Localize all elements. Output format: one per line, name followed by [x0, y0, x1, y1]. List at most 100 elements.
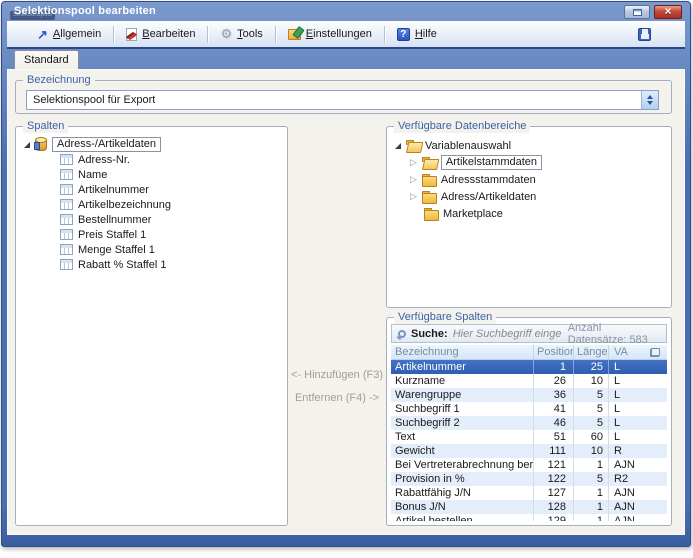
cell-position: 26 — [534, 374, 574, 388]
expanded-triangle-icon[interactable] — [24, 142, 30, 148]
table-row[interactable]: Gewicht 111 10 R — [391, 444, 667, 458]
group-verfuegbare-spalten-label: Verfügbare Spalten — [394, 311, 496, 324]
tree-item-column[interactable]: Bestellnummer — [24, 212, 283, 227]
table-column-icon — [60, 184, 73, 195]
cell-bezeichnung: Text — [391, 430, 534, 444]
cell-position: 46 — [534, 416, 574, 430]
menu-einstellungen[interactable]: Einstellungen — [280, 25, 380, 43]
cell-laenge: 5 — [574, 388, 609, 402]
columns-table: Bezeichnung Position Länge VA — [391, 345, 667, 521]
tree-root-adress-artikeldaten[interactable]: Adress-/Artikeldaten — [24, 137, 283, 152]
column-header-bezeichnung[interactable]: Bezeichnung — [391, 345, 534, 359]
group-datenbereiche-label: Verfügbare Datenbereiche — [394, 120, 530, 133]
cell-bezeichnung: Gewicht — [391, 444, 534, 458]
cell-va: L — [609, 402, 643, 416]
arrow-ne-icon: ↗ — [37, 29, 48, 40]
table-column-icon — [60, 169, 73, 180]
menu-tools-label: Tools — [237, 28, 263, 40]
cell-bezeichnung: Bei Vertreterabrechnung berücksichtige — [391, 458, 534, 472]
cell-va: L — [609, 430, 643, 444]
spin-down-icon — [647, 101, 653, 105]
search-icon — [398, 330, 406, 338]
collapsed-triangle-icon[interactable]: ▷ — [410, 158, 417, 167]
record-count: Anzahl Datensätze: 583 — [568, 322, 660, 346]
tree-item-artikelstammdaten[interactable]: ▷ Artikelstammdaten — [395, 154, 667, 171]
table-body: Artikelnummer 1 25 L Kurzname 26 — [391, 360, 667, 521]
table-row[interactable]: Artikel bestellen 129 1 AJN — [391, 514, 667, 521]
search-input[interactable] — [453, 328, 563, 340]
tree-item-column[interactable]: Rabatt % Staffel 1 — [24, 257, 283, 272]
tab-standard[interactable]: Standard — [14, 50, 79, 69]
table-row[interactable]: Bei Vertreterabrechnung berücksichtige 1… — [391, 458, 667, 472]
tree-item-column[interactable]: Artikelbezeichnung — [24, 197, 283, 212]
column-header-laenge[interactable]: Länge — [574, 345, 609, 359]
table-row[interactable]: Kurzname 26 10 L — [391, 374, 667, 388]
menu-hilfe[interactable]: ? Hilfe — [389, 25, 445, 44]
menu-tools[interactable]: ⚙ Tools — [212, 25, 270, 43]
tree-item-column[interactable]: Menge Staffel 1 — [24, 242, 283, 257]
cell-spacer — [643, 402, 667, 416]
table-row[interactable]: Bonus J/N 128 1 AJN — [391, 500, 667, 514]
search-bar: Suche: Anzahl Datensätze: 583 — [391, 324, 667, 343]
cell-laenge: 1 — [574, 500, 609, 514]
table-row[interactable]: Suchbegriff 1 41 5 L — [391, 402, 667, 416]
folder-icon — [422, 174, 436, 186]
cell-spacer — [643, 514, 667, 521]
remove-button[interactable]: Entfernen (F4) -> — [288, 392, 386, 404]
tree-item-column[interactable]: Adress-Nr. — [24, 152, 283, 167]
close-button[interactable] — [654, 5, 682, 19]
tree-item-label: Adress-Nr. — [78, 154, 130, 166]
table-row[interactable]: Artikelnummer 1 25 L — [391, 360, 667, 374]
tree-item-marketplace[interactable]: Marketplace — [395, 205, 667, 222]
window-title: Selektionspool bearbeiten — [14, 5, 156, 17]
table-row[interactable]: Text 51 60 L — [391, 430, 667, 444]
table-row[interactable]: Rabattfähig J/N 127 1 AJN — [391, 486, 667, 500]
cell-bezeichnung: Provision in % — [391, 472, 534, 486]
tree-item-adress-artikeldaten[interactable]: ▷ Adress/Artikeldaten — [395, 188, 667, 205]
group-bezeichnung: Bezeichnung Selektionspool für Export — [15, 80, 672, 114]
cell-bezeichnung: Suchbegriff 1 — [391, 402, 534, 416]
cell-va: L — [609, 374, 643, 388]
tree-item-column[interactable]: Artikelnummer — [24, 182, 283, 197]
database-icon — [35, 138, 47, 151]
cell-bezeichnung: Rabattfähig J/N — [391, 486, 534, 500]
menu-allgemein[interactable]: ↗ Allgemein — [29, 25, 109, 43]
restore-icon — [633, 9, 642, 16]
table-column-icon — [60, 154, 73, 165]
tree-item-label: Artikelbezeichnung — [78, 199, 171, 211]
cell-va: R — [609, 444, 643, 458]
combobox-spinner-button[interactable] — [641, 91, 658, 109]
cell-position: 111 — [534, 444, 574, 458]
cell-position: 51 — [534, 430, 574, 444]
restore-button[interactable] — [624, 5, 650, 19]
save-floppy-icon — [638, 28, 651, 41]
tree-item-column[interactable]: Name — [24, 167, 283, 182]
tree-root-variablenauswahl[interactable]: Variablenauswahl — [395, 137, 667, 154]
cell-laenge: 5 — [574, 402, 609, 416]
tree-item-column[interactable]: Preis Staffel 1 — [24, 227, 283, 242]
menu-allgemein-label: Allgemein — [53, 28, 101, 40]
cell-laenge: 25 — [574, 360, 609, 374]
table-row[interactable]: Warengruppe 36 5 L — [391, 388, 667, 402]
menu-bearbeiten[interactable]: Bearbeiten — [118, 25, 203, 44]
tree-item-label: Adressstammdaten — [441, 174, 536, 186]
add-button[interactable]: <- Hinzufügen (F3) — [288, 369, 386, 381]
table-column-icon — [60, 259, 73, 270]
collapsed-triangle-icon[interactable]: ▷ — [410, 192, 417, 201]
datenbereiche-tree: Variablenauswahl ▷ Artikelstammdaten ▷ A… — [387, 127, 671, 222]
tree-item-adressstammdaten[interactable]: ▷ Adressstammdaten — [395, 171, 667, 188]
cell-position: 36 — [534, 388, 574, 402]
expanded-triangle-icon[interactable] — [395, 143, 401, 149]
column-header-position[interactable]: Position — [534, 345, 574, 359]
cell-laenge: 60 — [574, 430, 609, 444]
save-button[interactable] — [636, 26, 653, 43]
cell-bezeichnung: Artikel bestellen — [391, 514, 534, 521]
table-row[interactable]: Suchbegriff 2 46 5 L — [391, 416, 667, 430]
column-header-va[interactable]: VA — [609, 345, 643, 359]
cell-spacer — [643, 444, 667, 458]
bezeichnung-combobox[interactable]: Selektionspool für Export — [26, 90, 659, 110]
table-row[interactable]: Provision in % 122 5 R2 — [391, 472, 667, 486]
table-column-icon — [60, 214, 73, 225]
column-chooser-button[interactable] — [643, 345, 667, 359]
collapsed-triangle-icon[interactable]: ▷ — [410, 175, 417, 184]
